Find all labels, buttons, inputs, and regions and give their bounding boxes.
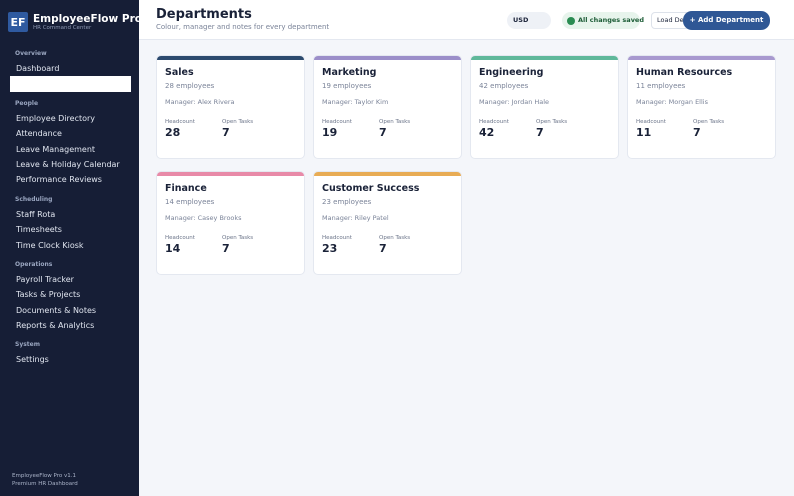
open-tasks-value: 7	[379, 242, 387, 255]
open-tasks-value: 7	[222, 242, 230, 255]
headcount-value: 11	[636, 126, 652, 139]
department-card[interactable]: Sales 28 employees Manager: Alex Rivera Hea…	[156, 55, 305, 159]
app-tagline: Premium HR Dashboard	[12, 481, 78, 487]
department-card[interactable]: Customer Success 23 employees Manager: Ril…	[313, 171, 462, 275]
sidebar-item-leave-management[interactable]: Leave Management	[0, 142, 139, 157]
open-tasks-value: 7	[222, 126, 230, 139]
department-manager: Manager: Alex Rivera	[165, 98, 235, 106]
department-employee-count: 11 employees	[636, 82, 686, 90]
department-manager: Manager: Casey Brooks	[165, 214, 242, 222]
sidebar-item-performance-reviews[interactable]: Performance Reviews	[0, 172, 139, 187]
sidebar-item-employee-directory[interactable]: Employee Directory	[0, 111, 139, 126]
page-title: Departments	[156, 7, 252, 22]
department-manager: Manager: Taylor Kim	[322, 98, 389, 106]
nav-section-system: System	[15, 341, 40, 349]
nav-section-people: People	[15, 99, 39, 107]
department-name: Human Resources	[636, 67, 733, 78]
department-card[interactable]: Human Resources 11 employees Manager: Morg…	[627, 55, 776, 159]
department-employee-count: 42 employees	[479, 82, 529, 90]
brand-logo: EF	[8, 12, 28, 32]
sidebar-item-departments[interactable]	[10, 76, 131, 92]
headcount-value: 19	[322, 126, 338, 139]
headcount-value: 23	[322, 242, 338, 255]
sidebar-item-settings[interactable]: Settings	[0, 352, 139, 367]
sidebar-item-time-clock-kiosk[interactable]: Time Clock Kiosk	[0, 238, 139, 253]
headcount-value: 42	[479, 126, 495, 139]
department-card[interactable]: Finance 14 employees Manager: Casey Brooks…	[156, 171, 305, 275]
brand-title: EmployeeFlow Pro	[33, 12, 142, 25]
nav-section-scheduling: Scheduling	[15, 195, 53, 203]
headcount-value: 28	[165, 126, 181, 139]
sidebar-item-payroll-tracker[interactable]: Payroll Tracker	[0, 272, 139, 287]
sidebar-item-staff-rota[interactable]: Staff Rota	[0, 207, 139, 222]
currency-select[interactable]: USD	[507, 12, 551, 29]
sidebar-item-leave-calendar[interactable]: Leave & Holiday Calendar	[0, 157, 139, 172]
top-bar: Departments Colour, manager and notes fo…	[139, 0, 794, 40]
add-department-button[interactable]: + Add Department	[683, 11, 770, 30]
department-employee-count: 23 employees	[322, 198, 372, 206]
sidebar-footer: EmployeeFlow Pro v1.1 Premium HR Dashboa…	[12, 472, 78, 488]
sidebar-item-timesheets[interactable]: Timesheets	[0, 222, 139, 237]
department-employee-count: 14 employees	[165, 198, 215, 206]
open-tasks-value: 7	[379, 126, 387, 139]
department-manager: Manager: Jordan Hale	[479, 98, 550, 106]
department-card[interactable]: Engineering 42 employees Manager: Jordan H…	[470, 55, 619, 159]
open-tasks-label: Open Tasks	[379, 119, 411, 125]
department-employee-count: 28 employees	[165, 82, 215, 90]
status-dot-icon	[567, 16, 575, 25]
department-name: Sales	[165, 67, 194, 78]
save-status-text: All changes saved	[578, 16, 644, 24]
open-tasks-value: 7	[536, 126, 544, 139]
department-employee-count: 19 employees	[322, 82, 372, 90]
sidebar-nav: Overview Dashboard People Employee Direc…	[0, 45, 139, 368]
sidebar-item-dashboard[interactable]: Dashboard	[0, 61, 139, 76]
department-color-bar	[314, 172, 461, 176]
headcount-label: Headcount	[636, 119, 666, 125]
nav-section-operations: Operations	[15, 260, 53, 268]
open-tasks-label: Open Tasks	[222, 235, 254, 241]
open-tasks-label: Open Tasks	[379, 235, 411, 241]
headcount-label: Headcount	[479, 119, 509, 125]
department-card[interactable]: Marketing 19 employees Manager: Taylor Kim…	[313, 55, 462, 159]
department-name: Engineering	[479, 67, 544, 78]
department-name: Customer Success	[322, 183, 420, 194]
sidebar-item-documents-notes[interactable]: Documents & Notes	[0, 303, 139, 318]
headcount-label: Headcount	[322, 119, 352, 125]
app-version: EmployeeFlow Pro v1.1	[12, 473, 77, 479]
sidebar-item-attendance[interactable]: Attendance	[0, 126, 139, 141]
sidebar-item-reports-analytics[interactable]: Reports & Analytics	[0, 318, 139, 333]
sidebar: EF EmployeeFlow Pro HR Command Center Ov…	[0, 0, 142, 496]
brand: EF EmployeeFlow Pro HR Command Center	[8, 12, 142, 32]
department-manager: Manager: Riley Patel	[322, 214, 389, 222]
department-color-bar	[157, 56, 304, 60]
page-subtitle: Colour, manager and notes for every depa…	[156, 23, 330, 31]
headcount-label: Headcount	[322, 235, 352, 241]
department-color-bar	[314, 56, 461, 60]
open-tasks-label: Open Tasks	[222, 119, 254, 125]
nav-section-overview: Overview	[15, 50, 47, 57]
department-name: Finance	[165, 183, 207, 194]
department-color-bar	[628, 56, 775, 60]
save-status-badge: All changes saved	[562, 12, 644, 29]
headcount-label: Headcount	[165, 119, 195, 125]
headcount-value: 14	[165, 242, 181, 255]
department-color-bar	[157, 172, 304, 176]
open-tasks-label: Open Tasks	[693, 119, 725, 125]
open-tasks-label: Open Tasks	[536, 119, 568, 125]
department-color-bar	[471, 56, 618, 60]
department-name: Marketing	[322, 67, 377, 78]
headcount-label: Headcount	[165, 235, 195, 241]
brand-subtitle: HR Command Center	[33, 24, 92, 31]
sidebar-item-tasks-projects[interactable]: Tasks & Projects	[0, 287, 139, 302]
open-tasks-value: 7	[693, 126, 701, 139]
department-manager: Manager: Morgan Ellis	[636, 98, 708, 106]
